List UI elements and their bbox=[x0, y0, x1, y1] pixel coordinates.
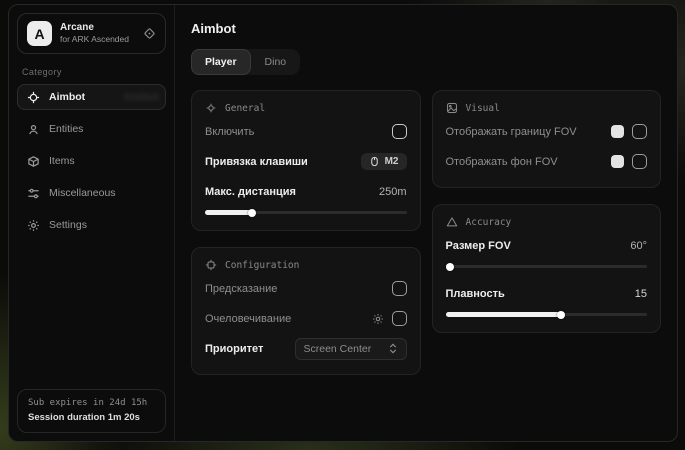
humanize-label: Очеловечивание bbox=[205, 313, 291, 325]
keybind-value: M2 bbox=[385, 156, 399, 167]
triangle-icon bbox=[446, 216, 458, 228]
smoothness-value: 15 bbox=[635, 288, 647, 300]
fov-size-slider[interactable] bbox=[446, 262, 648, 271]
sidebar-item-label: Settings bbox=[49, 219, 87, 231]
sidebar-item-entities[interactable]: Entities bbox=[17, 116, 166, 142]
sidebar-nav: Aimbot Aimbot Entities Items bbox=[17, 84, 166, 238]
priority-label: Приоритет bbox=[205, 343, 263, 355]
visual-card-header: Visual bbox=[446, 102, 648, 114]
fov-bg-color-swatch[interactable] bbox=[611, 155, 624, 168]
page-title: Aimbot bbox=[191, 21, 661, 36]
session-duration-value: 1m 20s bbox=[108, 412, 140, 423]
configuration-card-header: Configuration bbox=[205, 259, 407, 271]
sliders-icon bbox=[27, 187, 40, 200]
smoothness-slider[interactable] bbox=[446, 310, 648, 319]
fov-border-color-swatch[interactable] bbox=[611, 125, 624, 138]
app-logo-box: A Arcane for ARK Ascended bbox=[17, 13, 166, 54]
app-logo: A bbox=[27, 21, 52, 46]
fov-bg-row: Отображать фон FOV bbox=[446, 149, 648, 174]
fov-border-row: Отображать границу FOV bbox=[446, 119, 648, 144]
visual-card: Visual Отображать границу FOV Отображать… bbox=[432, 90, 662, 188]
app-name: Arcane bbox=[60, 22, 135, 35]
humanize-settings-gear-icon[interactable] bbox=[372, 313, 384, 325]
humanize-row: Очеловечивание bbox=[205, 306, 407, 331]
keybind-label: Привязка клавиши bbox=[205, 156, 308, 168]
general-card: General Включить Привязка клавиши bbox=[191, 90, 421, 231]
session-duration-text: Session duration 1m 20s bbox=[28, 412, 155, 423]
priority-dropdown[interactable]: Screen Center bbox=[295, 338, 407, 360]
fov-size-value: 60° bbox=[630, 240, 647, 252]
sidebar-item-label: Entities bbox=[49, 123, 83, 135]
prediction-checkbox[interactable] bbox=[392, 281, 407, 296]
mouse-icon bbox=[369, 156, 380, 167]
fov-border-checkbox[interactable] bbox=[632, 124, 647, 139]
sidebar: A Arcane for ARK Ascended Category bbox=[9, 5, 175, 441]
component-icon bbox=[205, 259, 217, 271]
keybind-button[interactable]: M2 bbox=[361, 153, 407, 170]
fov-size-row: Размер FOV 60° bbox=[446, 233, 648, 258]
sidebar-item-aimbot[interactable]: Aimbot Aimbot bbox=[17, 84, 166, 110]
max-distance-label: Макс. дистанция bbox=[205, 186, 296, 198]
configuration-card: Configuration Предсказание Очеловечивани… bbox=[191, 247, 421, 375]
fov-bg-checkbox[interactable] bbox=[632, 154, 647, 169]
enable-row: Включить bbox=[205, 119, 407, 144]
fov-border-label: Отображать границу FOV bbox=[446, 126, 577, 138]
max-distance-row: Макс. дистанция 250m bbox=[205, 179, 407, 204]
sidebar-item-items[interactable]: Items bbox=[17, 148, 166, 174]
accuracy-card-header: Accuracy bbox=[446, 216, 648, 228]
accuracy-card: Accuracy Размер FOV 60° Плавность 15 bbox=[432, 204, 662, 333]
max-distance-value: 250m bbox=[379, 186, 407, 198]
target-icon bbox=[205, 102, 217, 114]
configuration-card-title: Configuration bbox=[225, 260, 299, 271]
visual-card-title: Visual bbox=[466, 103, 500, 114]
priority-row: Приоритет Screen Center bbox=[205, 336, 407, 361]
arcane-window: A Arcane for ARK Ascended Category bbox=[8, 4, 678, 442]
image-icon bbox=[446, 102, 458, 114]
sidebar-item-label: Miscellaneous bbox=[49, 187, 116, 199]
sidebar-item-ghost: Aimbot bbox=[123, 91, 159, 103]
chevrons-up-down-icon bbox=[388, 343, 398, 354]
subscription-status-box: Sub expires in 24d 15h Session duration … bbox=[17, 389, 166, 433]
sidebar-item-label: Aimbot bbox=[49, 91, 85, 103]
priority-selected-value: Screen Center bbox=[304, 343, 372, 355]
enable-label: Включить bbox=[205, 126, 254, 138]
category-label: Category bbox=[22, 67, 161, 77]
smoothness-row: Плавность 15 bbox=[446, 281, 648, 306]
gear-icon bbox=[27, 219, 40, 232]
prediction-label: Предсказание bbox=[205, 283, 277, 295]
prediction-row: Предсказание bbox=[205, 276, 407, 301]
smoothness-label: Плавность bbox=[446, 288, 505, 300]
sub-expires-text: Sub expires in 24d 15h bbox=[28, 398, 155, 408]
max-distance-slider[interactable] bbox=[205, 208, 407, 217]
app-title-block: Arcane for ARK Ascended bbox=[60, 22, 135, 45]
sidebar-item-miscellaneous[interactable]: Miscellaneous bbox=[17, 180, 166, 206]
enable-checkbox[interactable] bbox=[392, 124, 407, 139]
sidebar-item-settings[interactable]: Settings bbox=[17, 212, 166, 238]
tab-dino[interactable]: Dino bbox=[251, 49, 301, 75]
target-tabs: Player Dino bbox=[191, 49, 300, 75]
humanize-checkbox[interactable] bbox=[392, 311, 407, 326]
accuracy-card-title: Accuracy bbox=[466, 217, 512, 228]
main-panel: Aimbot Player Dino General bbox=[175, 5, 677, 441]
fov-bg-label: Отображать фон FOV bbox=[446, 156, 558, 168]
keybind-row: Привязка клавиши M2 bbox=[205, 149, 407, 174]
app-subtitle: for ARK Ascended bbox=[60, 34, 135, 45]
box-icon bbox=[27, 155, 40, 168]
crosshair-icon bbox=[27, 91, 40, 104]
general-card-header: General bbox=[205, 102, 407, 114]
sidebar-item-label: Items bbox=[49, 155, 75, 167]
entities-icon bbox=[27, 123, 40, 136]
general-card-title: General bbox=[225, 103, 265, 114]
focus-icon[interactable] bbox=[143, 27, 156, 40]
session-duration-label: Session duration bbox=[28, 412, 105, 423]
fov-size-label: Размер FOV bbox=[446, 240, 511, 252]
tab-player[interactable]: Player bbox=[191, 49, 251, 75]
